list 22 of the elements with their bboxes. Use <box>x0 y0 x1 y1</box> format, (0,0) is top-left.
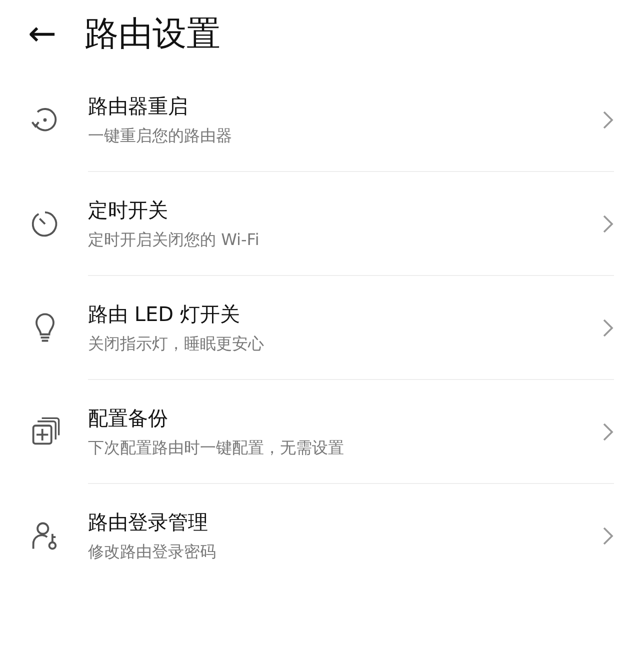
chevron-right-icon <box>602 110 614 130</box>
item-title: 路由 LED 灯开关 <box>88 300 241 328</box>
chevron-right-icon <box>602 526 614 546</box>
item-title: 配置备份 <box>88 404 169 432</box>
item-subtitle: 一键重启您的路由器 <box>88 126 233 146</box>
item-title: 定时开关 <box>88 196 169 224</box>
chevron-right-icon <box>602 214 614 234</box>
item-subtitle: 定时开启关闭您的 Wi-Fi <box>88 230 260 250</box>
settings-item[interactable]: 配置备份 下次配置路由时一键配置，无需设置 <box>0 380 640 484</box>
settings-item[interactable]: 定时开关 定时开启关闭您的 Wi-Fi <box>0 172 640 276</box>
page-title: 路由设置 <box>84 13 220 56</box>
item-title: 路由器重启 <box>88 92 189 120</box>
item-title: 路由登录管理 <box>88 509 209 536</box>
settings-item[interactable]: 路由登录管理 修改路由登录密码 <box>0 484 640 588</box>
item-subtitle: 修改路由登录密码 <box>88 542 217 563</box>
settings-item[interactable]: 路由 LED 灯开关 关闭指示灯，睡眠更安心 <box>0 276 640 380</box>
chevron-right-icon <box>602 422 614 442</box>
item-subtitle: 下次配置路由时一键配置，无需设置 <box>88 438 345 458</box>
chevron-right-icon <box>602 318 614 338</box>
back-button[interactable]: ← <box>28 17 56 51</box>
settings-item[interactable]: 路由器重启 一键重启您的路由器 <box>0 68 640 172</box>
item-subtitle: 关闭指示灯，睡眠更安心 <box>88 334 265 354</box>
